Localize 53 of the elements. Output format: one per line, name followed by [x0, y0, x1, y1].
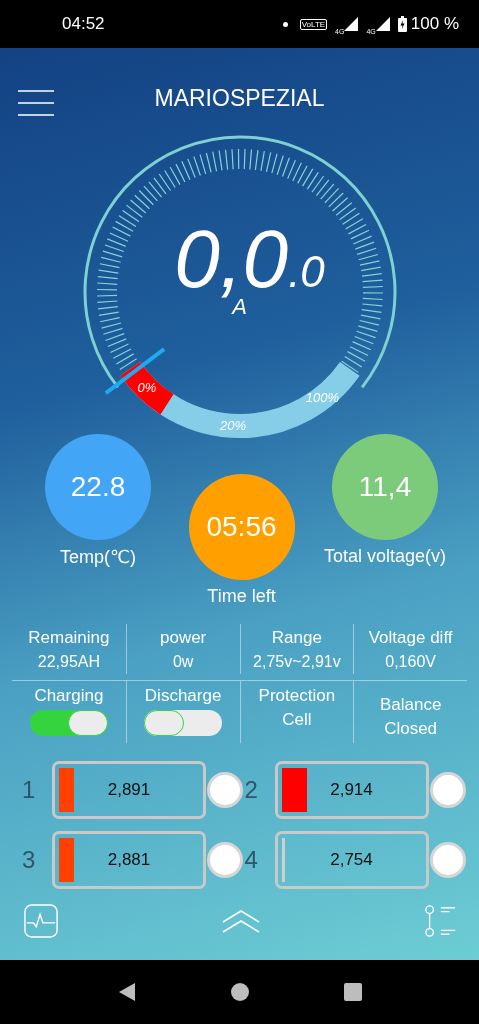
switch-label: Discharge — [144, 685, 222, 707]
switch-label: Charging — [34, 685, 104, 707]
signal-icon — [344, 17, 359, 31]
stat-label: Range — [271, 627, 322, 649]
stat-label: Remaining — [28, 627, 110, 649]
battery-percent: 100 % — [410, 14, 459, 34]
cell-number: 2 — [244, 776, 259, 804]
stat-value: 2,75v~2,91v — [253, 652, 341, 672]
stat-value: 22,95AH — [37, 652, 100, 672]
indicator-value: 22.8 — [70, 471, 126, 503]
scale-label: 0% — [137, 380, 156, 396]
stat-label: power — [159, 627, 207, 649]
status-label: Protection — [258, 685, 336, 707]
status-value: Cell — [282, 709, 312, 731]
waveform-icon[interactable] — [24, 904, 58, 938]
signal-icon — [375, 17, 390, 31]
device-title: MARIOSPEZIAL — [154, 84, 325, 112]
stat-value: 0w — [172, 652, 194, 672]
scale-label: 20% — [219, 417, 246, 433]
clock: 04:52 — [62, 14, 105, 34]
cell-number: 4 — [244, 846, 259, 874]
indicator-value: 11,4 — [358, 471, 412, 503]
balance-indicator — [429, 842, 466, 878]
history-list-icon[interactable] — [423, 904, 457, 938]
cell-number: 1 — [22, 776, 37, 804]
scale-label: 100% — [305, 389, 339, 405]
recents-icon[interactable] — [342, 982, 363, 1002]
stat-label: Voltage diff — [368, 627, 453, 649]
indicator-label: Total voltage(v) — [323, 546, 447, 567]
home-icon[interactable] — [229, 982, 250, 1002]
volte-badge: VoLTE — [299, 18, 328, 30]
menu-icon[interactable] — [18, 90, 54, 116]
indicator-value: 05:56 — [206, 511, 277, 543]
cell-voltage: 2,914 — [330, 780, 373, 800]
current-decimal: .0 — [288, 247, 325, 297]
gauge-needle — [104, 347, 165, 395]
toggle-switch[interactable] — [29, 710, 108, 736]
cell-voltage: 2,754 — [330, 850, 373, 870]
cell-voltage: 2,891 — [107, 780, 151, 800]
status-value: Closed — [384, 718, 438, 740]
indicator-label: Time left — [207, 586, 276, 607]
stat-value: 0,160V — [385, 652, 436, 672]
notification-dot-icon — [282, 21, 288, 27]
balance-indicator — [207, 772, 243, 808]
battery-charging-icon — [397, 16, 407, 32]
toggle-switch[interactable] — [144, 710, 223, 736]
cell-number: 3 — [22, 846, 37, 874]
balance-indicator — [207, 842, 243, 878]
cell-voltage: 2,881 — [107, 850, 151, 870]
balance-indicator — [429, 772, 466, 808]
double-chevron-up-icon[interactable] — [221, 909, 260, 933]
status-label: Balance — [379, 694, 442, 716]
indicator-label: Temp(℃) — [59, 546, 137, 568]
